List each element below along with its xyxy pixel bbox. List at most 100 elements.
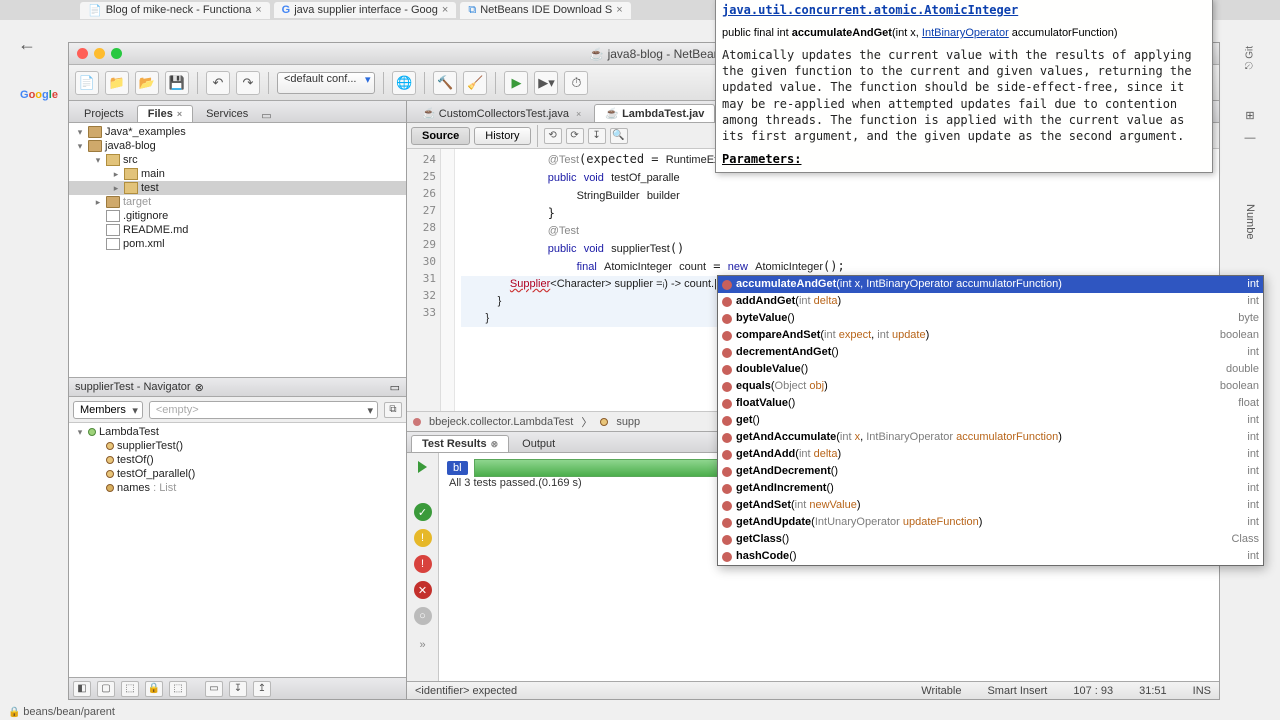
nav-btn[interactable]: ↥ <box>253 681 271 697</box>
close-icon[interactable]: ⊗ <box>195 381 204 394</box>
navigator-tree[interactable]: ▾LambdaTestsupplierTest()testOf()testOf_… <box>69 423 406 677</box>
file-tree[interactable]: ▾Java*_examples▾java8-blog▾src▸main▸test… <box>69 123 406 377</box>
navigator-item[interactable]: ▾LambdaTest <box>69 425 406 439</box>
autocomplete-item[interactable]: floatValue()float <box>718 395 1263 412</box>
autocomplete-item[interactable]: getAndUpdate(IntUnaryOperator updateFunc… <box>718 514 1263 531</box>
nav-btn[interactable]: 🔒 <box>145 681 163 697</box>
clean-build-icon[interactable]: 🧹 <box>463 71 487 95</box>
warn-badge[interactable]: ! <box>414 529 432 547</box>
tree-node[interactable]: ▸test <box>69 181 406 195</box>
tree-node[interactable]: ▾Java*_examples <box>69 125 406 139</box>
autocomplete-item[interactable]: accumulateAndGet(int x, IntBinaryOperato… <box>718 276 1263 293</box>
browser-tab[interactable]: ⧉NetBeans IDE Download S× <box>460 2 630 19</box>
tree-node[interactable]: ▾java8-blog <box>69 139 406 153</box>
close-traffic-light[interactable] <box>77 48 88 59</box>
git-label[interactable]: ⎋ Git <box>1245 46 1256 69</box>
autocomplete-item[interactable]: getAndAdd(int delta)int <box>718 446 1263 463</box>
nav-btn[interactable]: ▭ <box>205 681 223 697</box>
editor-tb-icon[interactable]: 🔍 <box>610 128 628 144</box>
skip-badge[interactable]: ○ <box>414 607 432 625</box>
minimize-traffic-light[interactable] <box>94 48 105 59</box>
editor-tb-icon[interactable]: ⟳ <box>566 128 584 144</box>
tab-projects[interactable]: Projects <box>73 105 135 122</box>
fold-gutter[interactable] <box>441 149 455 411</box>
rerun-icon[interactable] <box>418 461 427 473</box>
fail-badge[interactable]: ✕ <box>414 581 432 599</box>
close-icon[interactable]: × <box>442 4 448 16</box>
editor-tb-icon[interactable]: ⟲ <box>544 128 562 144</box>
run-config-select[interactable]: <default conf... <box>277 72 375 94</box>
autocomplete-popup[interactable]: accumulateAndGet(int x, IntBinaryOperato… <box>717 275 1264 566</box>
autocomplete-item[interactable]: getAndSet(int newValue)int <box>718 497 1263 514</box>
expand-icon[interactable]: » <box>419 639 425 651</box>
maximize-icon[interactable]: ⊞ <box>1245 109 1254 122</box>
tree-node[interactable]: ▾src <box>69 153 406 167</box>
save-all-icon[interactable]: 💾 <box>165 71 189 95</box>
nav-btn[interactable]: ⬚ <box>121 681 139 697</box>
close-icon[interactable]: × <box>177 109 182 119</box>
source-button[interactable]: Source <box>411 127 470 145</box>
filter-icon[interactable]: ⧉ <box>384 402 402 418</box>
close-icon[interactable]: × <box>576 109 581 119</box>
history-button[interactable]: History <box>474 127 530 145</box>
error-badge[interactable]: ! <box>414 555 432 573</box>
close-icon[interactable]: × <box>616 4 622 16</box>
tree-node[interactable]: ▸target <box>69 195 406 209</box>
back-arrow-icon[interactable]: ← <box>18 34 36 55</box>
autocomplete-item[interactable]: getAndIncrement()int <box>718 480 1263 497</box>
build-icon[interactable]: 🔨 <box>433 71 457 95</box>
tree-node[interactable]: pom.xml <box>69 237 406 251</box>
autocomplete-item[interactable]: doubleValue()double <box>718 361 1263 378</box>
navigator-item[interactable]: testOf() <box>69 453 406 467</box>
run-icon[interactable]: ▶ <box>504 71 528 95</box>
autocomplete-item[interactable]: getClass()Class <box>718 531 1263 548</box>
tab-files[interactable]: Files× <box>137 105 193 122</box>
members-select[interactable]: Members <box>73 401 143 419</box>
close-icon[interactable]: × <box>255 4 261 16</box>
ok-badge[interactable]: ✓ <box>414 503 432 521</box>
tab-test-results[interactable]: Test Results⊗ <box>411 435 509 452</box>
editor-tab[interactable]: ☕ LambdaTest.jav <box>594 104 715 122</box>
javadoc-class[interactable]: java.util.concurrent.atomic.AtomicIntege… <box>722 3 1206 17</box>
globe-icon[interactable]: 🌐 <box>392 71 416 95</box>
debug-icon[interactable]: ▶▾ <box>534 71 558 95</box>
editor-tb-icon[interactable]: ↧ <box>588 128 606 144</box>
navigator-item[interactable]: testOf_parallel() <box>69 467 406 481</box>
tab-services[interactable]: Services <box>195 105 259 122</box>
open-icon[interactable]: 📂 <box>135 71 159 95</box>
tree-node[interactable]: ▸main <box>69 167 406 181</box>
autocomplete-item[interactable]: getAndAccumulate(int x, IntBinaryOperato… <box>718 429 1263 446</box>
autocomplete-item[interactable]: addAndGet(int delta)int <box>718 293 1263 310</box>
autocomplete-item[interactable]: equals(Object obj)boolean <box>718 378 1263 395</box>
navigator-item[interactable]: names : List <box>69 481 406 495</box>
autocomplete-item[interactable]: compareAndSet(int expect, int update)boo… <box>718 327 1263 344</box>
panel-menu-icon[interactable]: ▭ <box>261 109 277 122</box>
autocomplete-item[interactable]: decrementAndGet()int <box>718 344 1263 361</box>
zoom-traffic-light[interactable] <box>111 48 122 59</box>
new-project-icon[interactable]: 📁 <box>105 71 129 95</box>
tab-output[interactable]: Output <box>511 435 566 452</box>
browser-tab[interactable]: Gjava supplier interface - Goog× <box>274 2 457 18</box>
navigator-item[interactable]: supplierTest() <box>69 439 406 453</box>
filter-select[interactable]: <empty> <box>149 401 378 419</box>
profile-icon[interactable]: ⏱ <box>564 71 588 95</box>
nav-btn[interactable]: ▢ <box>97 681 115 697</box>
minimize-icon[interactable]: — <box>1245 132 1256 144</box>
nav-btn[interactable]: ↧ <box>229 681 247 697</box>
nav-btn[interactable]: ⬚ <box>169 681 187 697</box>
new-file-icon[interactable]: 📄 <box>75 71 99 95</box>
tree-node[interactable]: README.md <box>69 223 406 237</box>
close-icon[interactable]: ⊗ <box>491 439 499 449</box>
browser-tab[interactable]: 📄Blog of mike-neck - Functiona× <box>80 2 270 19</box>
tree-node[interactable]: .gitignore <box>69 209 406 223</box>
autocomplete-item[interactable]: byteValue()byte <box>718 310 1263 327</box>
redo-icon[interactable]: ↷ <box>236 71 260 95</box>
autocomplete-item[interactable]: get()int <box>718 412 1263 429</box>
nav-btn[interactable]: ◧ <box>73 681 91 697</box>
panel-menu-icon[interactable]: ▭ <box>390 381 400 394</box>
autocomplete-item[interactable]: hashCode()int <box>718 548 1263 565</box>
undo-icon[interactable]: ↶ <box>206 71 230 95</box>
autocomplete-item[interactable]: getAndDecrement()int <box>718 463 1263 480</box>
editor-tab[interactable]: ☕ CustomCollectorsTest.java × <box>411 104 592 122</box>
side-label[interactable]: Numbe <box>1244 204 1256 239</box>
